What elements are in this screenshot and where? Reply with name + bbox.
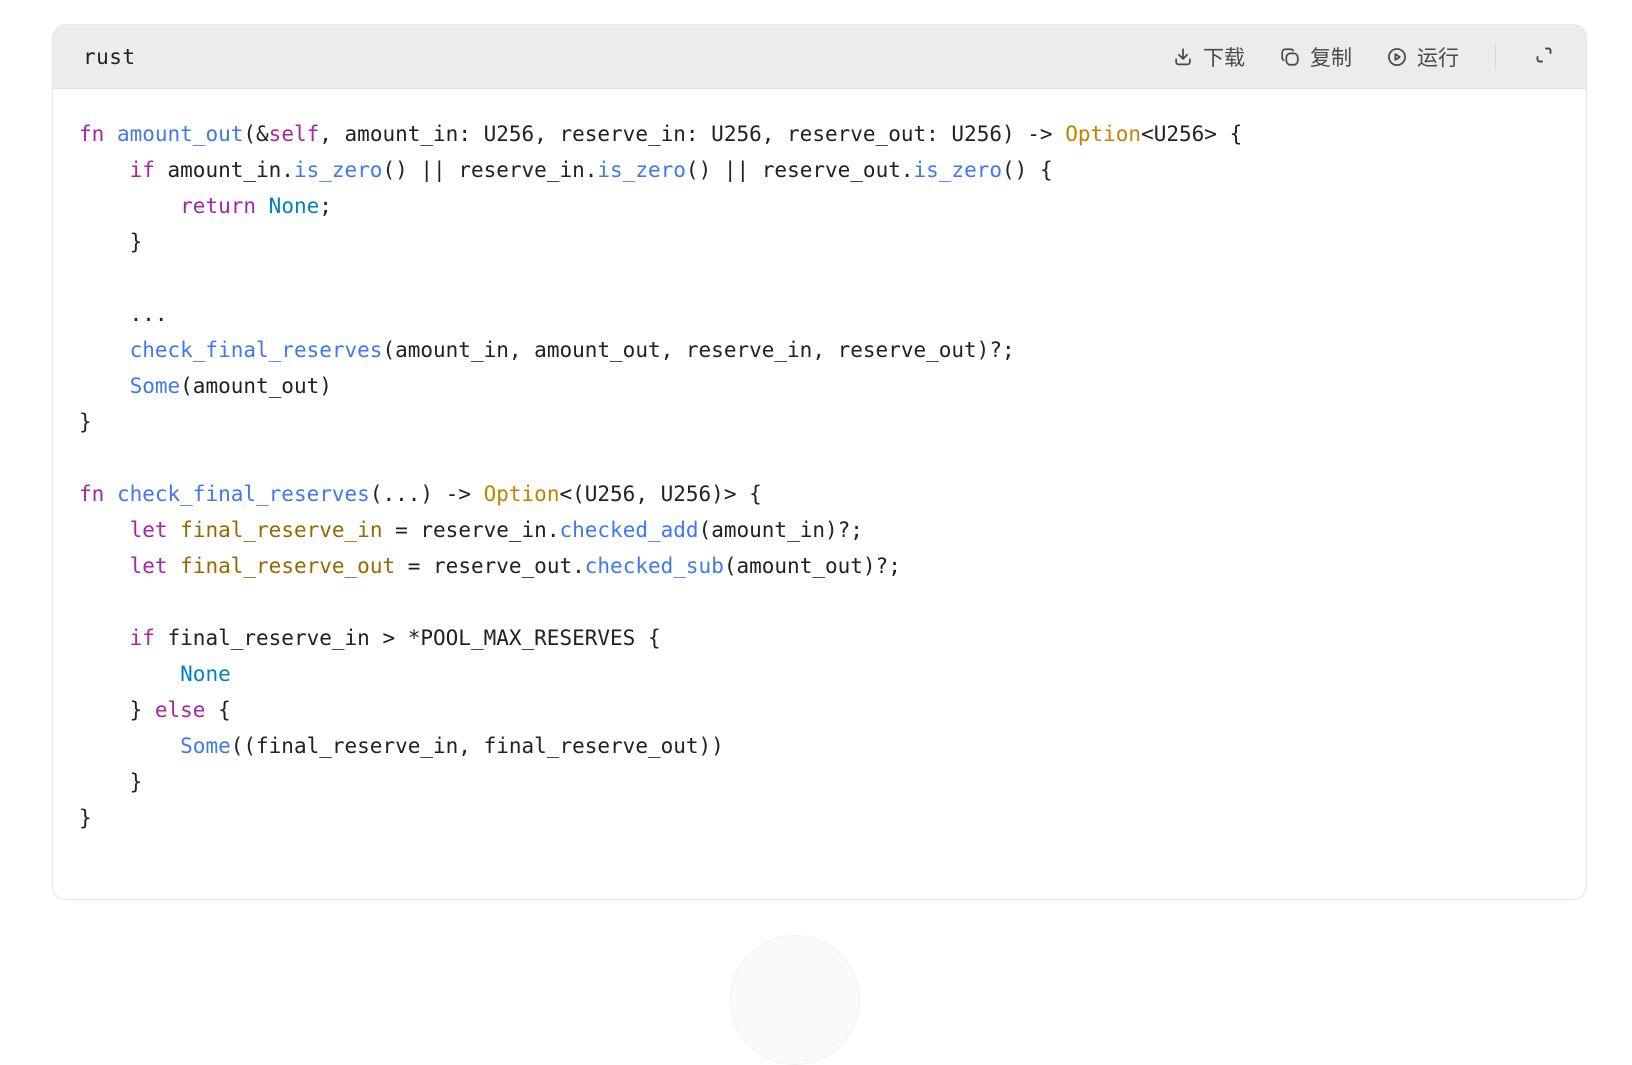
copy-label: 复制 <box>1310 42 1352 72</box>
header-divider <box>1495 44 1496 70</box>
code-line: ... <box>79 296 1556 332</box>
code-area: fn amount_out(&self, amount_in: U256, re… <box>53 89 1586 836</box>
header-actions: 下载 复制 运行 <box>1172 42 1556 72</box>
download-label: 下载 <box>1203 42 1245 72</box>
code-line: } <box>79 800 1556 836</box>
code-line: } <box>79 224 1556 260</box>
code-line <box>79 584 1556 620</box>
code-line: let final_reserve_in = reserve_in.checke… <box>79 512 1556 548</box>
code-line: Some((final_reserve_in, final_reserve_ou… <box>79 728 1556 764</box>
code-line <box>79 440 1556 476</box>
code-line: if amount_in.is_zero() || reserve_in.is_… <box>79 152 1556 188</box>
code-line: check_final_reserves(amount_in, amount_o… <box>79 332 1556 368</box>
code-line: fn check_final_reserves(...) -> Option<(… <box>79 476 1556 512</box>
code-line <box>79 260 1556 296</box>
expand-icon <box>1532 43 1556 70</box>
run-label: 运行 <box>1417 42 1459 72</box>
run-icon <box>1386 46 1408 68</box>
language-label: rust <box>83 45 136 69</box>
code-block-card: rust 下载 <box>52 24 1587 900</box>
expand-button[interactable] <box>1532 43 1556 70</box>
code-line: } <box>79 764 1556 800</box>
copy-button[interactable]: 复制 <box>1279 42 1352 72</box>
code-block-header: rust 下载 <box>53 25 1586 89</box>
code-line: } <box>79 404 1556 440</box>
code-line: } else { <box>79 692 1556 728</box>
download-button[interactable]: 下载 <box>1172 42 1245 72</box>
code-line: Some(amount_out) <box>79 368 1556 404</box>
code-line: return None; <box>79 188 1556 224</box>
code-line: let final_reserve_out = reserve_out.chec… <box>79 548 1556 584</box>
copy-icon <box>1279 46 1301 68</box>
floating-button-partial[interactable] <box>730 935 860 1065</box>
code-line: None <box>79 656 1556 692</box>
download-icon <box>1172 46 1194 68</box>
code-line: if final_reserve_in > *POOL_MAX_RESERVES… <box>79 620 1556 656</box>
run-button[interactable]: 运行 <box>1386 42 1459 72</box>
code-line: fn amount_out(&self, amount_in: U256, re… <box>79 116 1556 152</box>
